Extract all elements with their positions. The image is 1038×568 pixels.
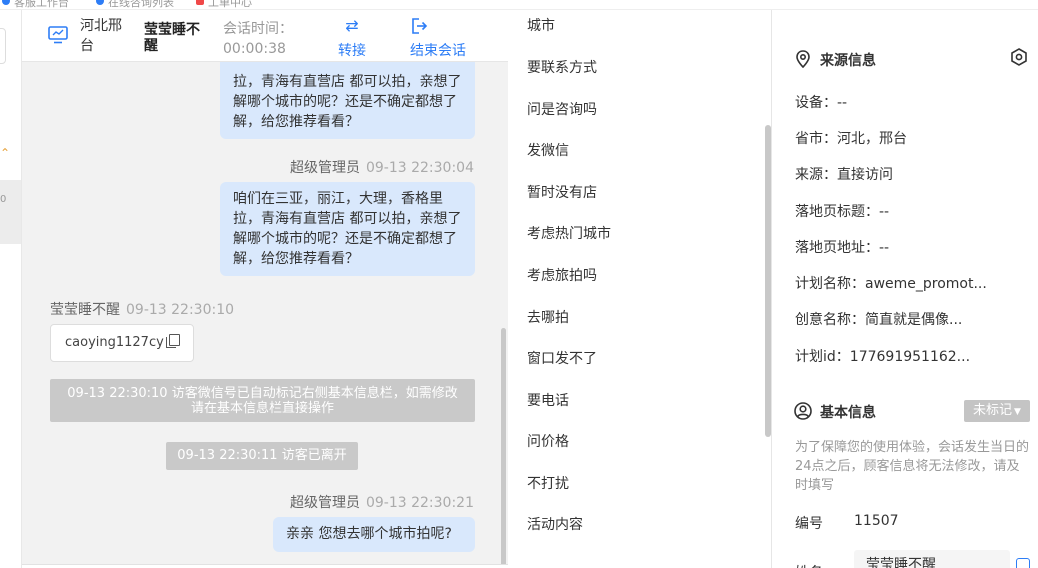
left-nav-search-box[interactable] — [0, 28, 6, 64]
tag-dropdown[interactable]: 未标记 ▼ — [964, 400, 1030, 422]
left-nav: ⌃ 0 — [0, 10, 22, 568]
top-tab-3[interactable]: 工单中心 — [208, 0, 252, 9]
visitor-name: 莹莹睡不醒 — [144, 22, 200, 54]
info-label: 计划id： — [795, 349, 850, 365]
info-value: 简直就是偶像... — [865, 312, 963, 328]
info-value: 直接访问 — [837, 167, 893, 183]
message-time: 09-13 22:30:04 — [365, 160, 474, 176]
caret-down-icon: ▼ — [1014, 407, 1021, 417]
quick-reply-scrollbar[interactable] — [765, 125, 771, 437]
info-row-plan-name: 计划名称：aweme_promot... — [795, 273, 987, 293]
source-info-title: 来源信息 — [794, 50, 876, 70]
monitor-icon — [48, 26, 68, 44]
info-label: 计划名称： — [795, 276, 865, 292]
wechat-id-card: caoying1127cy — [50, 324, 194, 362]
info-value: -- — [879, 240, 890, 256]
tab-dot-icon — [196, 0, 204, 5]
visitor-left-notice: 09-13 22:30:11 访客已离开 — [166, 442, 358, 470]
chat-input-area[interactable] — [22, 564, 508, 568]
quick-reply-item[interactable]: 问价格 — [527, 431, 569, 451]
tab-dot-icon — [96, 0, 104, 5]
user-circle-icon — [794, 402, 812, 420]
message-meta: 莹莹睡不醒 09-13 22:30:10 — [50, 299, 234, 319]
message-sender: 超级管理员 — [289, 495, 360, 511]
info-label: 设备： — [795, 95, 837, 111]
end-session-label: 结束会话 — [410, 43, 466, 59]
left-nav-marker-icon: ⌃ — [0, 146, 11, 160]
top-tab-1[interactable]: 客服工作台 — [14, 0, 69, 9]
edit-notice: 为了保障您的使用体验，会话发生当日的24点之后，顾客信息将无法修改，请及时填写 — [795, 440, 1030, 493]
name-input[interactable]: 莹莹睡不醒 — [854, 550, 1010, 568]
info-row-creative-name: 创意名称：简直就是偶像... — [795, 309, 962, 329]
quick-reply-panel: 城市 要联系方式 问是咨询吗 发微信 暂时没有店 考虑热门城市 考虑旅拍吗 去哪… — [508, 10, 772, 568]
quick-reply-item[interactable]: 窗口发不了 — [527, 348, 597, 368]
info-label: 落地页地址： — [795, 240, 879, 256]
session-duration: 00:00:38 — [223, 41, 286, 57]
field-label-name: 姓名 — [795, 562, 823, 568]
left-nav-badge: 0 — [0, 194, 7, 205]
quick-reply-item[interactable]: 活动内容 — [527, 514, 583, 534]
quick-reply-item[interactable]: 不打扰 — [527, 473, 569, 493]
info-label: 省市： — [795, 131, 837, 147]
quick-reply-item[interactable]: 去哪拍 — [527, 307, 569, 327]
info-row-landing-url: 落地页地址：-- — [795, 237, 889, 257]
tab-dot-icon — [2, 0, 10, 5]
top-tab-strip: 客服工作台 在线咨询列表 工单中心 — [0, 0, 1038, 10]
info-label: 来源： — [795, 167, 837, 183]
settings-icon[interactable] — [1010, 48, 1028, 66]
field-value-id: 11507 — [854, 513, 899, 529]
system-notice: 09-13 22:30:10 访客微信号已自动标记右侧基本信息栏，如需修改请在基… — [50, 379, 475, 422]
quick-reply-item[interactable]: 问是咨询吗 — [527, 99, 597, 119]
transfer-button[interactable]: ⇄ 转接 — [338, 16, 366, 60]
field-label-id: 编号 — [795, 516, 823, 532]
exit-icon — [412, 18, 428, 34]
chat-panel: 河北邢台 莹莹睡不醒 会话时间： 00:00:38 ⇄ 转接 结束会话 拉，青海… — [22, 10, 508, 568]
info-label: 创意名称： — [795, 312, 865, 328]
agent-message-bubble: 亲亲 您想去哪个城市拍呢? — [273, 517, 475, 552]
info-row-device: 设备：-- — [795, 92, 847, 112]
info-label: 落地页标题： — [795, 204, 879, 220]
basic-info-title-text: 基本信息 — [820, 405, 876, 421]
source-info-title-text: 来源信息 — [820, 53, 876, 69]
transfer-label: 转接 — [338, 43, 366, 59]
edit-icon[interactable] — [1016, 558, 1030, 568]
info-value: -- — [879, 204, 890, 220]
quick-reply-item[interactable]: 考虑热门城市 — [527, 223, 611, 243]
message-time: 09-13 22:30:10 — [126, 302, 235, 318]
chat-scrollbar[interactable] — [501, 328, 506, 568]
left-nav-selected-session[interactable]: 0 — [0, 180, 21, 244]
quick-reply-item[interactable]: 城市 — [527, 15, 555, 35]
visitor-info-panel: 来源信息 设备：-- 省市：河北，邢台 来源：直接访问 落地页标题：-- 落地页… — [772, 10, 1038, 568]
info-row-plan-id: 计划id：177691951162... — [795, 346, 970, 366]
quick-reply-item[interactable]: 发微信 — [527, 140, 569, 160]
info-row-landing-title: 落地页标题：-- — [795, 201, 889, 221]
info-row-source: 来源：直接访问 — [795, 164, 893, 184]
tag-dropdown-label: 未标记 — [973, 403, 1013, 418]
top-tab-2[interactable]: 在线咨询列表 — [108, 0, 174, 9]
location-pin-icon — [796, 50, 810, 68]
message-sender: 莹莹睡不醒 — [50, 302, 120, 318]
quick-reply-item[interactable]: 暂时没有店 — [527, 182, 597, 202]
agent-message-bubble: 咱们在三亚，丽江，大理，香格里拉，青海有直营店 都可以拍，亲想了解哪个城市的呢？… — [220, 182, 475, 276]
quick-reply-item[interactable]: 考虑旅拍吗 — [527, 265, 597, 285]
info-row-province: 省市：河北，邢台 — [795, 128, 907, 148]
wechat-id-text: caoying1127cy — [65, 335, 164, 350]
quick-reply-item[interactable]: 要电话 — [527, 390, 569, 410]
info-value: 河北，邢台 — [837, 131, 907, 147]
basic-info-title: 基本信息 — [794, 402, 876, 422]
copy-icon[interactable] — [165, 334, 180, 348]
message-time: 09-13 22:30:21 — [365, 495, 474, 511]
session-duration-label: 会话时间： — [223, 21, 293, 37]
message-meta: 超级管理员 09-13 22:30:04 — [290, 157, 474, 177]
transfer-icon: ⇄ — [345, 16, 359, 35]
message-meta: 超级管理员 09-13 22:30:21 — [290, 492, 474, 512]
visitor-location: 河北邢台 — [80, 18, 122, 54]
quick-reply-item[interactable]: 要联系方式 — [527, 57, 597, 77]
end-session-button[interactable]: 结束会话 — [410, 16, 466, 60]
info-value: aweme_promot... — [865, 276, 987, 292]
chat-header: 河北邢台 莹莹睡不醒 会话时间： 00:00:38 ⇄ 转接 结束会话 — [22, 10, 508, 62]
info-value: -- — [837, 95, 848, 111]
message-sender: 超级管理员 — [289, 160, 360, 176]
info-value: 177691951162... — [849, 349, 971, 365]
